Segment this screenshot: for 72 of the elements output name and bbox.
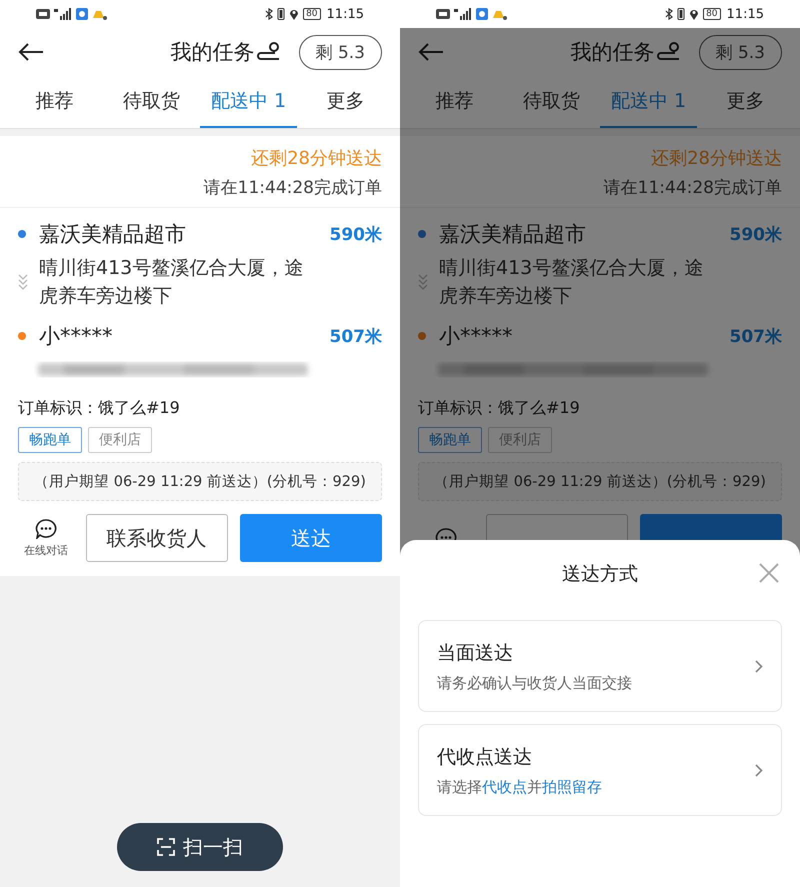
address-text: 晴川街413号鳌溪亿合大厦，途虎养车旁边楼下 bbox=[439, 256, 704, 309]
address-text: 晴川街413号鳌溪亿合大厦，途虎养车旁边楼下 bbox=[39, 256, 304, 309]
tab[interactable]: 推荐 bbox=[6, 76, 103, 128]
option-description: 请选择代收点并拍照留存 bbox=[437, 778, 603, 796]
battery-level: 80 bbox=[303, 8, 321, 20]
delivery-icon bbox=[492, 8, 508, 20]
countdown-text: 还剩28分钟送达 bbox=[251, 147, 382, 170]
countdown-text: 还剩28分钟送达 bbox=[651, 147, 782, 170]
page-title: 我的任务 bbox=[570, 39, 655, 66]
location-icon bbox=[689, 8, 700, 20]
distance-text: 590米 bbox=[730, 224, 782, 246]
distance-text: 507米 bbox=[730, 326, 782, 348]
option-title: 当面送达 bbox=[437, 640, 514, 666]
double-chevron-icon bbox=[418, 273, 428, 291]
scan-icon bbox=[157, 838, 175, 856]
tag: 畅跑单 bbox=[18, 427, 82, 453]
tab[interactable]: 待取货 bbox=[103, 76, 200, 128]
chat-icon[interactable] bbox=[34, 518, 57, 538]
tab[interactable]: 推荐 bbox=[406, 76, 503, 128]
option-title: 代收点送达 bbox=[437, 744, 533, 770]
option-description: 请务必确认与收货人当面交接 bbox=[437, 674, 633, 692]
app-icon bbox=[76, 8, 88, 20]
double-chevron-icon bbox=[18, 273, 28, 291]
hd-icon bbox=[36, 9, 50, 19]
delivery-option[interactable]: 代收点送达 请选择代收点并拍照留存 bbox=[418, 724, 782, 816]
back-arrow-icon[interactable] bbox=[18, 42, 44, 62]
status-time: 11:15 bbox=[326, 6, 364, 22]
stop-name: 小***** bbox=[439, 323, 514, 350]
vibrate-icon bbox=[277, 8, 286, 20]
bluetooth-icon bbox=[665, 8, 674, 20]
remaining-badge: 剩 5.3 bbox=[698, 34, 782, 70]
location-icon bbox=[289, 8, 300, 20]
link[interactable]: 代收点 bbox=[482, 778, 527, 796]
delivery-icon bbox=[92, 8, 108, 20]
stop-name: 小***** bbox=[39, 323, 114, 350]
vibrate-icon bbox=[677, 8, 686, 20]
tab[interactable]: 待取货 bbox=[503, 76, 600, 128]
chevron-right-icon bbox=[755, 764, 763, 776]
bluetooth-icon bbox=[265, 8, 274, 20]
deadline-text: 请在11:44:28完成订单 bbox=[604, 177, 782, 199]
chat-label[interactable]: 在线对话 bbox=[24, 542, 68, 558]
app-icon bbox=[476, 8, 488, 20]
tag: 便利店 bbox=[88, 427, 152, 453]
link[interactable]: 拍照留存 bbox=[542, 778, 602, 796]
signal-icon bbox=[454, 8, 472, 20]
stop-name: 嘉沃美精品超市 bbox=[39, 221, 187, 248]
deliver-button[interactable]: 送达 bbox=[240, 514, 382, 562]
remaining-badge: 剩 5.3 bbox=[298, 34, 382, 70]
sheet-title: 送达方式 bbox=[562, 562, 638, 587]
scan-button[interactable]: 扫一扫 bbox=[117, 823, 283, 871]
delivery-option[interactable]: 当面送达 请务必确认与收货人当面交接 bbox=[418, 620, 782, 712]
tab[interactable]: 更多 bbox=[297, 76, 394, 128]
tab[interactable]: 配送中 1 bbox=[200, 76, 297, 128]
deadline-text: 请在11:44:28完成订单 bbox=[204, 177, 382, 199]
contact-button[interactable]: 联系收货人 bbox=[86, 514, 228, 562]
tag: 便利店 bbox=[488, 427, 552, 453]
route-icon[interactable] bbox=[256, 41, 281, 63]
distance-text: 507米 bbox=[330, 326, 382, 348]
stop-name: 嘉沃美精品超市 bbox=[439, 221, 587, 248]
signal-icon bbox=[54, 8, 72, 20]
distance-text: 590米 bbox=[330, 224, 382, 246]
order-id-text: 订单标识：饿了么#19 bbox=[18, 398, 181, 419]
order-id-text: 订单标识：饿了么#19 bbox=[418, 398, 581, 419]
delivery-note: （用户期望 06-29 11:29 前送达）(分机号：929) bbox=[18, 462, 382, 501]
chevron-right-icon bbox=[755, 660, 763, 672]
battery-level: 80 bbox=[703, 8, 721, 20]
status-time: 11:15 bbox=[726, 6, 764, 22]
tab[interactable]: 更多 bbox=[697, 76, 794, 128]
hd-icon bbox=[436, 9, 450, 19]
delivery-note: （用户期望 06-29 11:29 前送达）(分机号：929) bbox=[418, 462, 782, 501]
page-title: 我的任务 bbox=[170, 39, 255, 66]
tag: 畅跑单 bbox=[418, 427, 482, 453]
